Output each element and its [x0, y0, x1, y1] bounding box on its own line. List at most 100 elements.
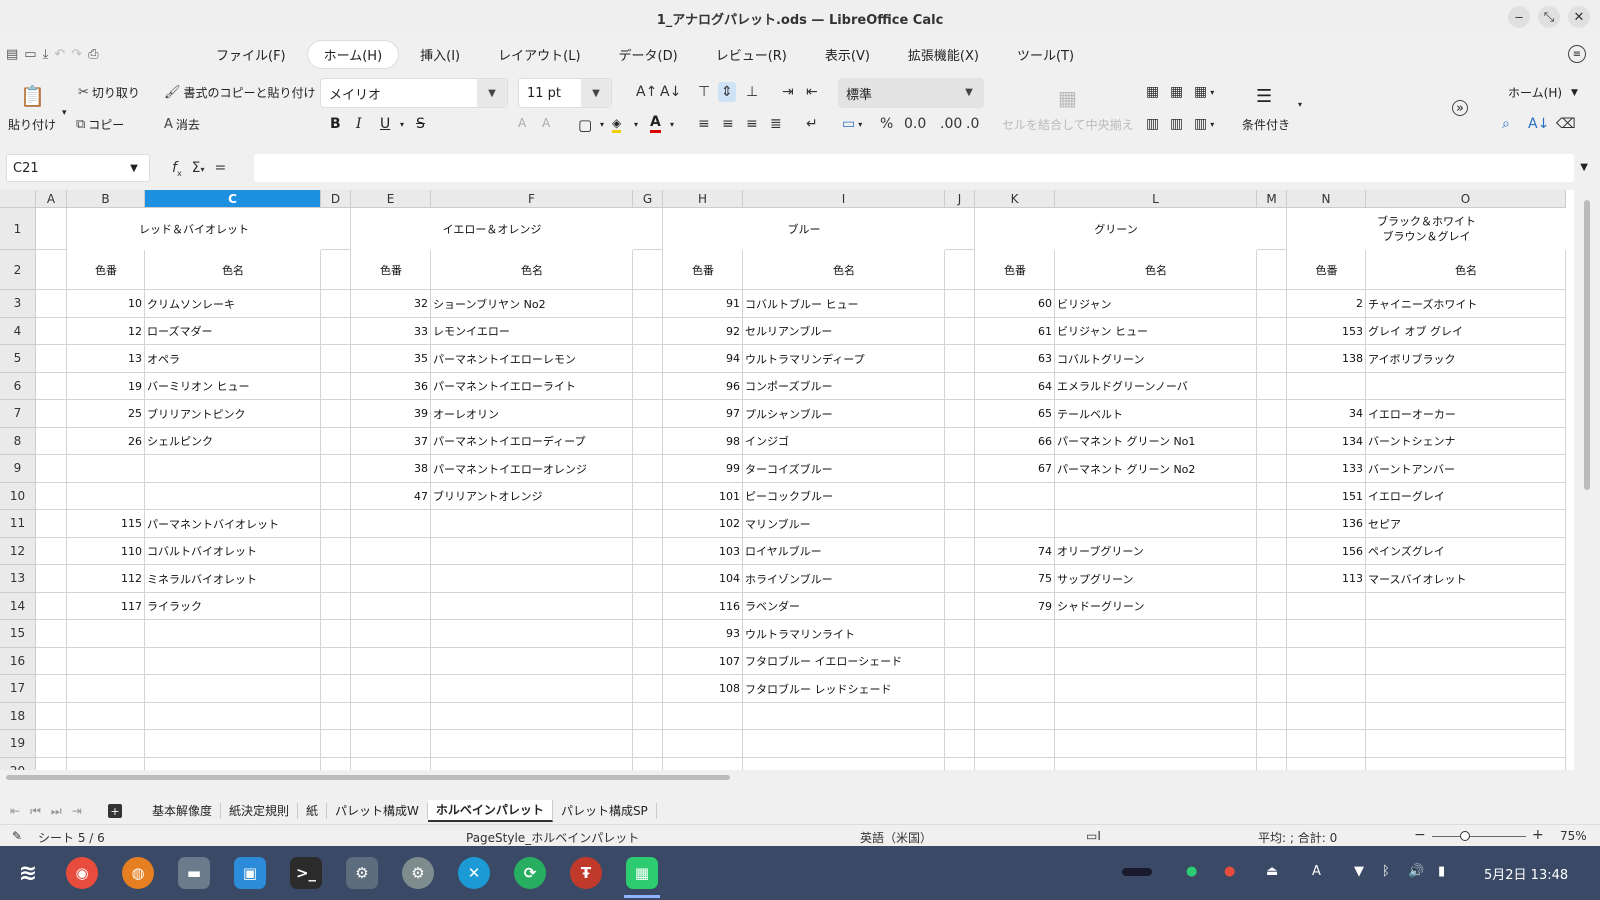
- color-number-cell[interactable]: 67: [975, 455, 1054, 483]
- menu-item-7[interactable]: 拡張機能(X): [892, 41, 995, 68]
- row-header-14[interactable]: 14: [0, 592, 36, 620]
- row-header-15[interactable]: 15: [0, 620, 36, 648]
- menu-item-3[interactable]: レイアウト(L): [482, 41, 596, 68]
- color-number-cell[interactable]: 66: [975, 428, 1054, 456]
- tray-toggle-icon[interactable]: [1122, 868, 1152, 876]
- color-name-cell[interactable]: セピア: [1366, 510, 1565, 538]
- copy-button[interactable]: ⧉ コピー: [76, 116, 124, 133]
- add-sheet-icon[interactable]: +: [108, 804, 122, 818]
- merge-cells-icon[interactable]: ▦: [1058, 86, 1077, 110]
- group-title[interactable]: レッド＆バイオレット: [67, 208, 321, 250]
- underline-button[interactable]: U: [380, 116, 390, 132]
- color-name-cell[interactable]: テールベルト: [1055, 400, 1256, 428]
- app-icon[interactable]: Ŧ: [570, 857, 602, 889]
- number-format-icon[interactable]: ▭ ▾: [842, 116, 862, 132]
- color-name-cell[interactable]: バーントアンバー: [1366, 455, 1565, 483]
- color-number-cell[interactable]: 64: [975, 373, 1054, 401]
- color-number-cell[interactable]: 134: [1287, 428, 1365, 456]
- color-number-cell[interactable]: 107: [663, 648, 742, 676]
- zoom-level[interactable]: 75%: [1560, 829, 1587, 843]
- color-name-cell[interactable]: マースバイオレット: [1366, 565, 1565, 593]
- color-number-cell[interactable]: 97: [663, 400, 742, 428]
- row-header-7[interactable]: 7: [0, 400, 36, 428]
- group-title[interactable]: ブラック＆ホワイト ブラウン＆グレイ: [1287, 208, 1566, 250]
- clear-formatting-icon[interactable]: ⌫: [1556, 116, 1576, 132]
- sheet-tab-1[interactable]: 紙決定規則: [221, 803, 299, 819]
- sheet-tab-0[interactable]: 基本解像度: [144, 803, 222, 819]
- eject-icon[interactable]: ⏏: [1266, 864, 1278, 879]
- subheader-number[interactable]: 色番: [663, 250, 743, 290]
- row-header-10[interactable]: 10: [0, 482, 36, 510]
- zoom-out-button[interactable]: −: [1414, 827, 1426, 843]
- color-name-cell[interactable]: ホライゾンブルー: [743, 565, 944, 593]
- merge-center-button[interactable]: セルを結合して中央揃え: [1002, 116, 1134, 133]
- sheet-tab-2[interactable]: 紙: [298, 803, 328, 819]
- indent-icon[interactable]: ⇥: [782, 84, 794, 100]
- color-name-cell[interactable]: ビリジャン ヒュー: [1055, 318, 1256, 346]
- column-header-B[interactable]: B: [67, 190, 145, 208]
- row-header-20[interactable]: 20: [0, 757, 36, 770]
- column-header-N[interactable]: N: [1287, 190, 1366, 208]
- horizontal-scroll-thumb[interactable]: [6, 775, 730, 780]
- name-box[interactable]: C21 ▼: [6, 154, 150, 182]
- color-name-cell[interactable]: グレイ オブ グレイ: [1366, 318, 1565, 346]
- color-number-cell[interactable]: 116: [663, 593, 742, 621]
- sheet-tab-5[interactable]: パレット構成SP: [553, 803, 657, 819]
- grow-font-icon[interactable]: A↑: [636, 84, 657, 100]
- vertical-scroll-thumb[interactable]: [1584, 200, 1590, 490]
- row-options-icon[interactable]: ▦ ▾: [1194, 84, 1214, 100]
- column-header-H[interactable]: H: [663, 190, 743, 208]
- column-header-M[interactable]: M: [1257, 190, 1287, 208]
- mega-tray-icon[interactable]: ●: [1224, 864, 1235, 879]
- subheader-number[interactable]: 色番: [351, 250, 431, 290]
- menu-item-6[interactable]: 表示(V): [809, 41, 886, 68]
- color-name-cell[interactable]: パーマネントバイオレット: [145, 510, 320, 538]
- align-middle-icon[interactable]: ⇕: [718, 82, 736, 102]
- color-name-cell[interactable]: サップグリーン: [1055, 565, 1256, 593]
- align-top-icon[interactable]: ⊤: [698, 84, 710, 100]
- sum-icon[interactable]: Σ▾: [192, 160, 205, 178]
- volume-icon[interactable]: 🔊: [1408, 864, 1424, 879]
- subheader-number[interactable]: 色番: [1287, 250, 1366, 290]
- column-header-F[interactable]: F: [431, 190, 633, 208]
- zoom-in-button[interactable]: +: [1532, 827, 1544, 843]
- color-name-cell[interactable]: パーマネントイエローレモン: [431, 345, 632, 373]
- chrome-icon[interactable]: ◉: [66, 857, 98, 889]
- system-tools-icon[interactable]: ⚙: [346, 857, 378, 889]
- color-number-cell[interactable]: 63: [975, 345, 1054, 373]
- software-store-icon[interactable]: ▣: [234, 857, 266, 889]
- color-number-cell[interactable]: 13: [67, 345, 144, 373]
- wifi-icon[interactable]: ▼: [1354, 864, 1364, 879]
- color-number-cell[interactable]: 75: [975, 565, 1054, 593]
- color-name-cell[interactable]: マリンブルー: [743, 510, 944, 538]
- horizontal-scrollbar[interactable]: [0, 770, 1574, 784]
- sheet-tab-3[interactable]: パレット構成W: [327, 803, 428, 819]
- column-header-A[interactable]: A: [36, 190, 67, 208]
- conditional-format-icon[interactable]: ☰: [1256, 86, 1272, 107]
- group-title[interactable]: イエロー＆オレンジ: [351, 208, 633, 250]
- color-number-cell[interactable]: 25: [67, 400, 144, 428]
- last-sheet-icon[interactable]: ⇥: [72, 804, 82, 819]
- color-name-cell[interactable]: フタロブルー レッドシェード: [743, 675, 944, 703]
- color-number-cell[interactable]: 138: [1287, 345, 1365, 373]
- row-header-6[interactable]: 6: [0, 372, 36, 400]
- color-name-cell[interactable]: ブリリアントピンク: [145, 400, 320, 428]
- percent-format-icon[interactable]: %: [880, 116, 893, 132]
- next-sheet-icon[interactable]: ⏭: [51, 804, 62, 819]
- cut-button[interactable]: ✂ 切り取り: [78, 84, 140, 101]
- color-name-cell[interactable]: ピーコックブルー: [743, 483, 944, 511]
- color-number-cell[interactable]: 60: [975, 290, 1054, 318]
- settings-icon[interactable]: ⚙: [402, 857, 434, 889]
- color-name-cell[interactable]: ライラック: [145, 593, 320, 621]
- color-number-cell[interactable]: 93: [663, 620, 742, 648]
- background-dropdown-icon[interactable]: ▾: [634, 120, 638, 129]
- outline-font-icon[interactable]: A: [542, 116, 550, 130]
- menu-item-4[interactable]: データ(D): [603, 41, 694, 68]
- color-number-cell[interactable]: 98: [663, 428, 742, 456]
- selection-mode-icon[interactable]: ▭I: [1086, 829, 1101, 843]
- row-header-1[interactable]: 1: [0, 208, 36, 250]
- menu-item-0[interactable]: ファイル(F): [200, 41, 302, 68]
- color-number-cell[interactable]: 35: [351, 345, 430, 373]
- column-header-G[interactable]: G: [633, 190, 663, 208]
- column-header-C[interactable]: C: [145, 190, 321, 208]
